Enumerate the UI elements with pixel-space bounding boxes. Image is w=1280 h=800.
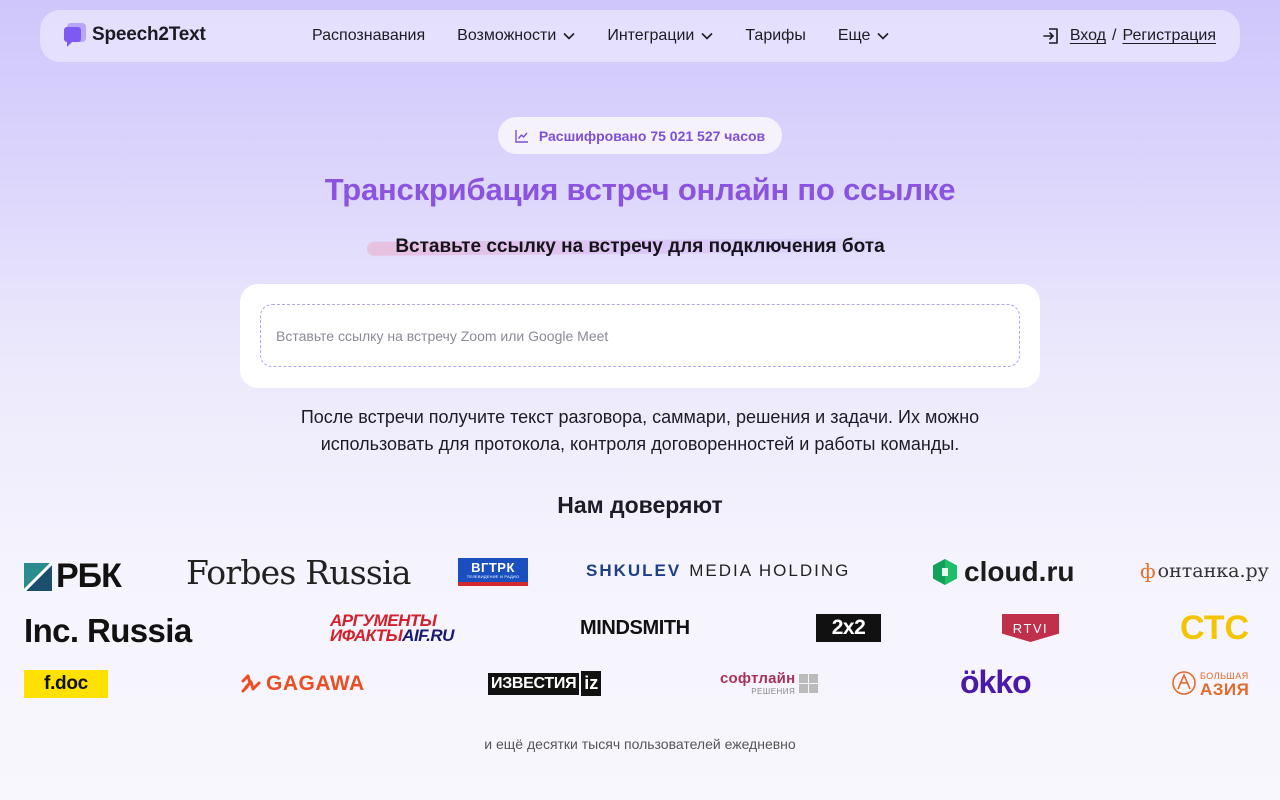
meeting-link-input[interactable] (276, 327, 1019, 344)
menu-item-integrations[interactable]: Интеграции (607, 27, 713, 45)
top-navbar: Speech2Text Распознавания Возможности Ин… (40, 10, 1240, 62)
fontanka-logo-text: онтанка.ру (1157, 560, 1269, 582)
shkulev-media-logo: SHKULEV MEDIA HOLDING (586, 561, 850, 581)
menu-item-label: Тарифы (745, 27, 806, 44)
vgtrk-logo: ВГТРК ТЕЛЕВИДЕНИЕ И РАДИО (458, 558, 528, 586)
rbk-logo-text: РБК (56, 557, 122, 595)
register-link[interactable]: Регистрация (1122, 27, 1216, 45)
cloud-logo-text: cloud.ru (964, 556, 1075, 587)
izvestia-logo-text: ИЗВЕСТИЯ (488, 672, 580, 695)
softline-grid-icon (799, 673, 819, 693)
chevron-down-icon (877, 32, 889, 40)
page-title: Транскрибация встреч онлайн по ссылке (324, 172, 956, 207)
main-menu: Распознавания Возможности Интеграции Тар… (312, 10, 921, 62)
softline-grid-cell (809, 683, 819, 693)
softline-logo: софтлайн РЕШЕНИЯ (720, 670, 819, 696)
chevron-down-icon (701, 32, 713, 40)
description-line: После встречи получите текст разговора, … (300, 407, 980, 427)
aif-logo: АРГУМЕНТЫ ИФАКТЫAIF.RU (330, 612, 454, 645)
2x2-logo: 2x2 (816, 614, 881, 642)
users-footnote: и ещё десятки тысяч пользователей ежедне… (484, 736, 796, 752)
shkulev-logo-rest: MEDIA HOLDING (689, 561, 851, 580)
aif-logo-site: AIF.RU (402, 626, 454, 645)
izvestia-logo: ИЗВЕСТИЯ iz (488, 671, 602, 696)
rbk-mark-icon (24, 562, 52, 591)
shkulev-logo-bold: SHKULEV (586, 561, 682, 580)
softline-logo-subtext: РЕШЕНИЯ (751, 687, 796, 696)
menu-item-label: Еще (837, 27, 871, 44)
vgtrk-logo-subtext: ТЕЛЕВИДЕНИЕ И РАДИО (466, 574, 520, 579)
vgtrk-logo-text: ВГТРК (471, 560, 515, 575)
login-link[interactable]: Вход (1070, 27, 1106, 45)
hours-transcribed-badge: Расшифровано 75 021 527 часов (498, 117, 782, 154)
aif-logo-line2: ИФАКТЫAIF.RU (330, 626, 454, 645)
auth-separator: / (1112, 27, 1117, 44)
rbk-logo: РБК (24, 557, 122, 596)
cloud-hexagon-icon (933, 559, 957, 585)
menu-item-label: Возможности (457, 27, 557, 44)
softline-wordmark: софтлайн РЕШЕНИЯ (720, 670, 795, 696)
okko-logo: ökko (960, 664, 1032, 700)
description-line: использовать для протокола, контроля дог… (320, 434, 960, 454)
chevron-down-icon (563, 32, 575, 40)
azia-wordmark: БОЛЬШАЯ АЗИЯ (1200, 669, 1250, 699)
fontanka-logo: ф онтанка.ру (1140, 559, 1269, 583)
inc-russia-logo: Inc. Russia (24, 612, 192, 649)
auth-links: Вход / Регистрация (1042, 10, 1216, 62)
sts-logo: СТС (1180, 609, 1250, 647)
menu-item-label: Интеграции (607, 27, 695, 44)
badge-text: Расшифровано 75 021 527 часов (538, 127, 766, 144)
speech-bubble-logo-icon (64, 23, 86, 47)
meeting-link-dropzone (260, 304, 1020, 367)
menu-item-features[interactable]: Возможности (457, 27, 575, 45)
chart-trend-icon (515, 129, 528, 143)
brand-logo-link[interactable]: Speech2Text (64, 23, 206, 47)
gagawa-logo-text: GAGAWA (266, 672, 365, 695)
fdoc-logo: f.doc (24, 670, 108, 698)
softline-logo-text: софтлайн (720, 670, 796, 687)
menu-item-more[interactable]: Еще (838, 27, 890, 45)
softline-grid-cell (799, 683, 809, 693)
login-icon (1043, 28, 1058, 44)
forbes-russia-logo: Forbes Russia (186, 553, 411, 592)
hero-description: После встречи получите текст разговора, … (240, 404, 1040, 458)
azia-logo-bottom: АЗИЯ (1200, 680, 1250, 699)
fontanka-f-icon: ф (1140, 559, 1156, 583)
izvestia-iz-mark: iz (581, 671, 602, 696)
mindsmith-logo: MINDSMITH (580, 617, 690, 639)
gagawa-logo: GAGAWA (240, 672, 365, 696)
softline-grid-cell (809, 673, 819, 683)
menu-item-label: Распознавания (312, 27, 426, 44)
gagawa-mark-icon (241, 674, 261, 693)
page-subtitle: Вставьте ссылку на встречу для подключен… (387, 234, 892, 260)
brand-name: Speech2Text (92, 24, 206, 45)
cloud-ru-logo: cloud.ru (932, 556, 1074, 588)
trusted-by-title: Нам доверяют (557, 492, 723, 518)
subtitle-wrap: Вставьте ссылку на встречу для подключен… (0, 234, 1280, 260)
bolshaya-azia-logo: БОЛЬШАЯ АЗИЯ (1172, 669, 1250, 699)
menu-item-pricing[interactable]: Тарифы (745, 27, 805, 45)
meeting-link-card (240, 284, 1040, 388)
menu-item-recognitions[interactable]: Распознавания (312, 27, 425, 45)
softline-grid-cell (799, 673, 809, 683)
azia-emblem-icon (1172, 671, 1196, 695)
rtvi-logo: RTVI (1002, 614, 1059, 642)
aif-logo-line2-text: ИФАКТЫ (330, 626, 403, 645)
